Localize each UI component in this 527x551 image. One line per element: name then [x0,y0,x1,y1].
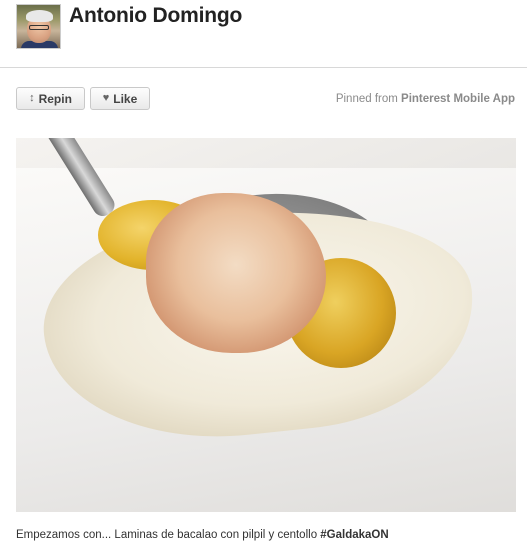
repin-label: Repin [38,91,72,106]
repin-button[interactable]: ↕ Repin [16,87,85,110]
like-button[interactable]: ♥ Like [90,87,150,110]
pinned-from-source-link[interactable]: Pinterest Mobile App [401,93,515,105]
like-label: Like [113,91,138,106]
pinned-from-prefix: Pinned from [335,93,398,105]
pin-image[interactable] [16,138,516,512]
avatar[interactable] [16,4,61,49]
pin-header: Antonio Domingo [0,0,527,68]
caption-text: Empezamos con... Laminas de bacalao con … [16,529,321,541]
repin-icon: ↕ [29,92,35,104]
user-name[interactable]: Antonio Domingo [69,3,242,29]
pinned-from: Pinned from Pinterest Mobile App [336,93,515,105]
pin-caption: Empezamos con... Laminas de bacalao con … [16,529,389,541]
heart-icon: ♥ [102,92,110,104]
avatar-glasses [29,25,49,30]
caption-hashtag-link[interactable]: #GaldakaON [320,529,388,541]
avatar-hair [26,10,53,22]
